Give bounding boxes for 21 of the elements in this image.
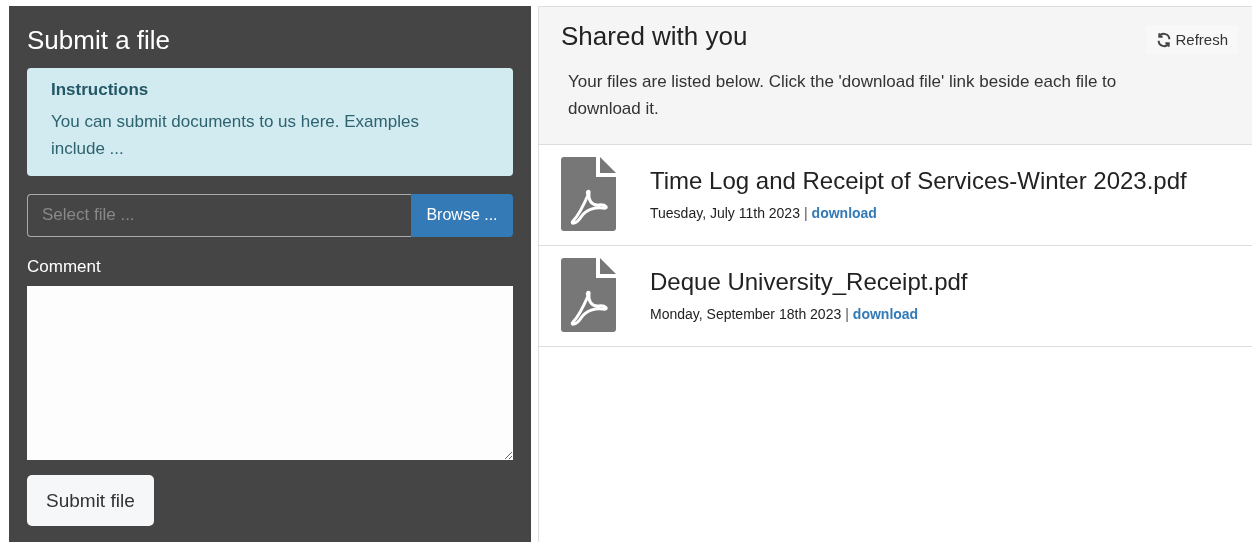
- file-date: Tuesday, July 11th 2023: [650, 205, 800, 221]
- comment-field[interactable]: [27, 285, 513, 461]
- separator: |: [803, 205, 808, 221]
- refresh-icon: [1156, 31, 1173, 48]
- pdf-file-icon: [561, 157, 616, 231]
- panel-title: Shared with you: [561, 21, 748, 52]
- download-link[interactable]: download: [852, 306, 919, 322]
- file-name: Deque University_Receipt.pdf: [650, 268, 968, 296]
- panel-title: Submit a file: [27, 24, 172, 57]
- download-link[interactable]: download: [811, 205, 877, 221]
- submit-button[interactable]: Submit file: [27, 475, 154, 526]
- file-field[interactable]: Select file ...: [27, 194, 411, 237]
- comment-label: Comment: [27, 256, 102, 277]
- alert-text: You can submit documents to us here. Examples include ...: [51, 111, 420, 160]
- file-date: Monday, September 18th 2023: [650, 306, 842, 322]
- pdf-file-icon: [561, 258, 616, 332]
- alert-heading: Instructions: [51, 80, 150, 100]
- browse-button[interactable]: Browse ...: [411, 194, 513, 237]
- separator: |: [845, 306, 849, 322]
- file-name: Time Log and Receipt of Services-Winter 2023.pdf: [650, 167, 1187, 195]
- description-text: Your files are listed below. Click the 'download file' link beside each file to download it.: [568, 71, 1118, 120]
